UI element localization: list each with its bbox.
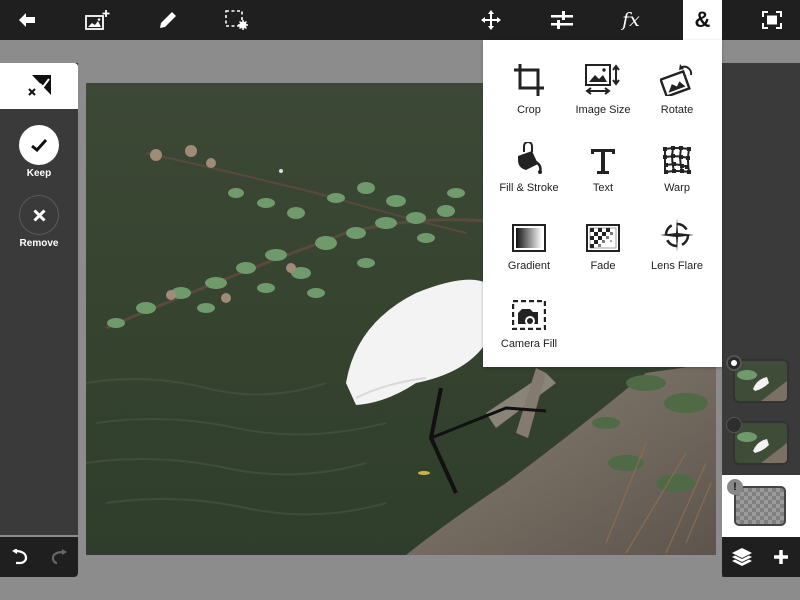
add-layer-button[interactable] xyxy=(761,537,800,577)
lens-flare-icon xyxy=(660,218,694,252)
menu-item-warp[interactable]: Warp xyxy=(637,136,717,206)
empty-layer-thumbnail xyxy=(734,486,786,526)
gradient-icon xyxy=(512,224,546,252)
move-icon xyxy=(481,10,501,30)
layers-toolbar xyxy=(722,537,800,577)
top-toolbar: fx & xyxy=(0,0,800,40)
layers-button[interactable] xyxy=(722,537,761,577)
plus-icon xyxy=(773,550,788,564)
layers-panel: ! xyxy=(722,63,800,577)
layer-thumbnail[interactable] xyxy=(735,361,787,401)
crop-icon xyxy=(514,64,544,96)
remove-button[interactable] xyxy=(19,195,59,235)
more-tools-button[interactable]: & xyxy=(683,0,722,40)
back-arrow-icon xyxy=(19,13,35,27)
image-size-icon xyxy=(585,64,620,95)
menu-item-crop[interactable]: Crop xyxy=(489,58,569,128)
warning-badge: ! xyxy=(727,479,743,495)
egret-thumbnail xyxy=(735,361,787,401)
undo-button[interactable] xyxy=(0,537,39,577)
add-image-button[interactable] xyxy=(70,0,126,40)
egret-thumbnail xyxy=(735,423,787,463)
layer-thumbnail[interactable] xyxy=(735,423,787,463)
layers-icon xyxy=(731,548,752,566)
refine-panel: Keep Remove xyxy=(0,63,78,535)
menu-item-camera-fill[interactable]: Camera Fill xyxy=(489,292,569,362)
undo-icon xyxy=(11,549,27,565)
menu-item-fade[interactable]: Fade xyxy=(563,214,643,284)
layer-visibility-toggle[interactable] xyxy=(726,355,742,371)
refine-selection-icon xyxy=(28,75,51,96)
active-layer[interactable]: ! xyxy=(722,475,800,537)
selection-button[interactable] xyxy=(209,0,265,40)
refine-mode-tab[interactable] xyxy=(0,63,78,109)
tools-menu: Crop Image Size Rotate Fill & Stroke Tex… xyxy=(483,40,722,367)
effects-button[interactable]: fx xyxy=(603,0,659,40)
fx-icon: fx xyxy=(622,9,640,31)
keep-label: Keep xyxy=(26,168,52,179)
move-button[interactable] xyxy=(463,0,519,40)
checkmark-icon xyxy=(31,138,47,152)
menu-item-rotate[interactable]: Rotate xyxy=(637,58,717,128)
selection-settings-icon xyxy=(225,10,248,30)
menu-item-image-size[interactable]: Image Size xyxy=(563,58,643,128)
adjustments-button[interactable] xyxy=(534,0,590,40)
fullscreen-icon xyxy=(762,11,782,29)
menu-item-lens-flare[interactable]: Lens Flare xyxy=(637,214,717,284)
fullscreen-button[interactable] xyxy=(744,0,800,40)
menu-item-fill-stroke[interactable]: Fill & Stroke xyxy=(489,136,569,206)
close-icon xyxy=(32,208,46,222)
pencil-icon xyxy=(160,12,176,28)
redo-icon xyxy=(51,549,67,565)
warp-icon xyxy=(663,146,691,174)
redo-button[interactable] xyxy=(39,537,78,577)
add-image-icon xyxy=(85,10,110,30)
text-icon xyxy=(591,149,615,174)
layer-visibility-toggle[interactable] xyxy=(726,417,742,433)
rotate-icon xyxy=(660,64,693,96)
camera-fill-icon xyxy=(512,300,546,330)
brush-button[interactable] xyxy=(140,0,196,40)
fade-icon xyxy=(586,224,620,252)
menu-item-text[interactable]: Text xyxy=(563,136,643,206)
ampersand-icon: & xyxy=(694,7,711,32)
remove-label: Remove xyxy=(19,238,59,249)
fill-bucket-icon xyxy=(518,142,542,174)
sliders-icon xyxy=(551,11,573,29)
history-bar xyxy=(0,537,78,577)
menu-item-gradient[interactable]: Gradient xyxy=(489,214,569,284)
keep-button[interactable] xyxy=(19,125,59,165)
back-button[interactable] xyxy=(0,0,56,40)
